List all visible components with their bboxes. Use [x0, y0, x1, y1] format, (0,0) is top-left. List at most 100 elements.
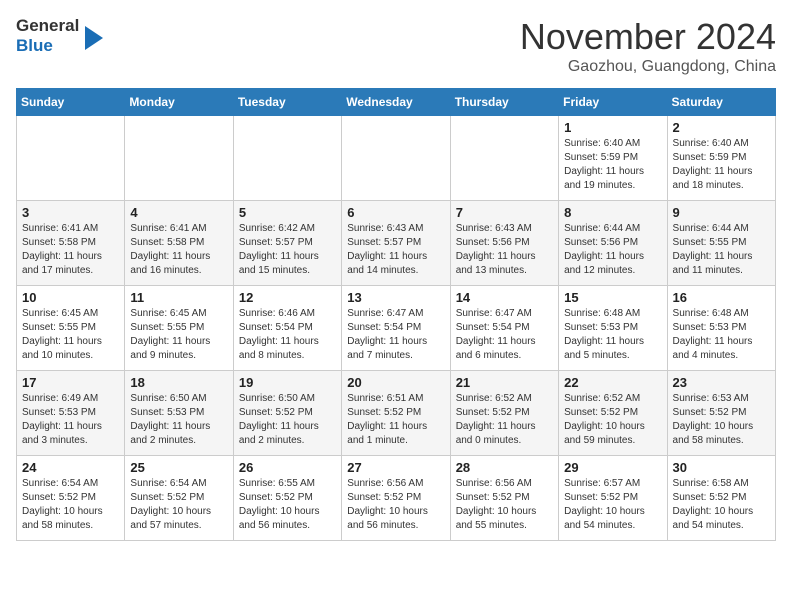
calendar-cell: 3Sunrise: 6:41 AM Sunset: 5:58 PM Daylig… — [17, 201, 125, 286]
calendar-cell: 23Sunrise: 6:53 AM Sunset: 5:52 PM Dayli… — [667, 371, 775, 456]
weekday-header-sunday: Sunday — [17, 89, 125, 116]
calendar-cell: 8 Sunrise: 6:44 AM Sunset: 5:56 PM Daylig… — [559, 201, 667, 286]
calendar-cell: 18 Sunrise: 6:50 AM Sunset: 5:53 PM Dayli… — [125, 371, 233, 456]
day-number: 19 — [239, 375, 336, 390]
calendar-cell: 24 Sunrise: 6:54 AM Sunset: 5:52 PM Dayli… — [17, 456, 125, 541]
calendar-cell: 17Sunrise: 6:49 AM Sunset: 5:53 PM Dayli… — [17, 371, 125, 456]
day-info: Sunrise: 6:49 AM Sunset: 5:53 PM Dayligh… — [22, 392, 119, 448]
calendar-cell: 16Sunrise: 6:48 AM Sunset: 5:53 PM Dayli… — [667, 286, 775, 371]
weekday-header-friday: Friday — [559, 89, 667, 116]
calendar-cell: 29 Sunrise: 6:57 AM Sunset: 5:52 PM Dayli… — [559, 456, 667, 541]
day-info: Sunrise: 6:40 AM Sunset: 5:59 PM Dayligh… — [564, 137, 661, 193]
day-info: Sunrise: 6:50 AM Sunset: 5:53 PM Dayligh… — [130, 392, 227, 448]
day-number: 15 — [564, 290, 661, 305]
title-area: November 2024 Gaozhou, Guangdong, China — [520, 16, 776, 76]
day-number: 28 — [456, 460, 553, 475]
calendar-week-5: 24 Sunrise: 6:54 AM Sunset: 5:52 PM Dayli… — [17, 456, 776, 541]
calendar-cell — [125, 116, 233, 201]
day-info: Sunrise: 6:55 AM Sunset: 5:52 PM Dayligh… — [239, 477, 336, 533]
day-info: Sunrise: 6:45 AM Sunset: 5:55 PM Dayligh… — [22, 307, 119, 363]
calendar-cell: 26 Sunrise: 6:55 AM Sunset: 5:52 PM Dayli… — [233, 456, 341, 541]
day-info: Sunrise: 6:56 AM Sunset: 5:52 PM Dayligh… — [347, 477, 444, 533]
day-number: 21 — [456, 375, 553, 390]
day-number: 30 — [673, 460, 770, 475]
day-info: Sunrise: 6:44 AM Sunset: 5:56 PM Dayligh… — [564, 222, 661, 278]
day-number: 5 — [239, 205, 336, 220]
day-info: Sunrise: 6:56 AM Sunset: 5:52 PM Dayligh… — [456, 477, 553, 533]
calendar-cell: 10 Sunrise: 6:45 AM Sunset: 5:55 PM Dayli… — [17, 286, 125, 371]
day-number: 11 — [130, 290, 227, 305]
day-number: 14 — [456, 290, 553, 305]
calendar-week-2: 3Sunrise: 6:41 AM Sunset: 5:58 PM Daylig… — [17, 201, 776, 286]
day-info: Sunrise: 6:57 AM Sunset: 5:52 PM Dayligh… — [564, 477, 661, 533]
weekday-header-tuesday: Tuesday — [233, 89, 341, 116]
calendar-cell: 7 Sunrise: 6:43 AM Sunset: 5:56 PM Daylig… — [450, 201, 558, 286]
calendar-header-row: SundayMondayTuesdayWednesdayThursdayFrid… — [17, 89, 776, 116]
calendar-cell — [450, 116, 558, 201]
calendar-cell: 9Sunrise: 6:44 AM Sunset: 5:55 PM Daylig… — [667, 201, 775, 286]
day-number: 22 — [564, 375, 661, 390]
calendar-week-4: 17Sunrise: 6:49 AM Sunset: 5:53 PM Dayli… — [17, 371, 776, 456]
day-number: 9 — [673, 205, 770, 220]
day-info: Sunrise: 6:53 AM Sunset: 5:52 PM Dayligh… — [673, 392, 770, 448]
calendar-cell: 1 Sunrise: 6:40 AM Sunset: 5:59 PM Daylig… — [559, 116, 667, 201]
weekday-header-saturday: Saturday — [667, 89, 775, 116]
calendar-cell: 25 Sunrise: 6:54 AM Sunset: 5:52 PM Dayli… — [125, 456, 233, 541]
calendar-week-3: 10 Sunrise: 6:45 AM Sunset: 5:55 PM Dayli… — [17, 286, 776, 371]
calendar-cell: 30Sunrise: 6:58 AM Sunset: 5:52 PM Dayli… — [667, 456, 775, 541]
calendar-cell: 28 Sunrise: 6:56 AM Sunset: 5:52 PM Dayli… — [450, 456, 558, 541]
day-number: 1 — [564, 120, 661, 135]
calendar-body: 1 Sunrise: 6:40 AM Sunset: 5:59 PM Daylig… — [17, 116, 776, 541]
day-number: 26 — [239, 460, 336, 475]
day-info: Sunrise: 6:45 AM Sunset: 5:55 PM Dayligh… — [130, 307, 227, 363]
day-number: 29 — [564, 460, 661, 475]
day-number: 13 — [347, 290, 444, 305]
location-subtitle: Gaozhou, Guangdong, China — [520, 58, 776, 76]
calendar-cell — [17, 116, 125, 201]
calendar-week-1: 1 Sunrise: 6:40 AM Sunset: 5:59 PM Daylig… — [17, 116, 776, 201]
day-number: 20 — [347, 375, 444, 390]
calendar-table: SundayMondayTuesdayWednesdayThursdayFrid… — [16, 88, 776, 541]
day-info: Sunrise: 6:41 AM Sunset: 5:58 PM Dayligh… — [130, 222, 227, 278]
day-info: Sunrise: 6:54 AM Sunset: 5:52 PM Dayligh… — [22, 477, 119, 533]
weekday-header-monday: Monday — [125, 89, 233, 116]
calendar-cell: 19 Sunrise: 6:50 AM Sunset: 5:52 PM Dayli… — [233, 371, 341, 456]
day-info: Sunrise: 6:40 AM Sunset: 5:59 PM Dayligh… — [673, 137, 770, 193]
logo: General Blue — [16, 16, 103, 57]
day-number: 16 — [673, 290, 770, 305]
calendar-cell — [233, 116, 341, 201]
day-info: Sunrise: 6:50 AM Sunset: 5:52 PM Dayligh… — [239, 392, 336, 448]
day-number: 24 — [22, 460, 119, 475]
day-info: Sunrise: 6:47 AM Sunset: 5:54 PM Dayligh… — [456, 307, 553, 363]
calendar-cell: 22 Sunrise: 6:52 AM Sunset: 5:52 PM Dayli… — [559, 371, 667, 456]
logo-blue: Blue — [16, 36, 79, 56]
day-info: Sunrise: 6:42 AM Sunset: 5:57 PM Dayligh… — [239, 222, 336, 278]
calendar-cell: 5 Sunrise: 6:42 AM Sunset: 5:57 PM Daylig… — [233, 201, 341, 286]
day-info: Sunrise: 6:51 AM Sunset: 5:52 PM Dayligh… — [347, 392, 444, 448]
day-number: 2 — [673, 120, 770, 135]
logo-general: General — [16, 16, 79, 36]
day-info: Sunrise: 6:46 AM Sunset: 5:54 PM Dayligh… — [239, 307, 336, 363]
weekday-header-wednesday: Wednesday — [342, 89, 450, 116]
day-info: Sunrise: 6:52 AM Sunset: 5:52 PM Dayligh… — [564, 392, 661, 448]
calendar-cell: 4 Sunrise: 6:41 AM Sunset: 5:58 PM Daylig… — [125, 201, 233, 286]
day-number: 12 — [239, 290, 336, 305]
day-number: 10 — [22, 290, 119, 305]
day-number: 6 — [347, 205, 444, 220]
day-number: 4 — [130, 205, 227, 220]
day-info: Sunrise: 6:54 AM Sunset: 5:52 PM Dayligh… — [130, 477, 227, 533]
day-info: Sunrise: 6:52 AM Sunset: 5:52 PM Dayligh… — [456, 392, 553, 448]
day-number: 8 — [564, 205, 661, 220]
day-info: Sunrise: 6:43 AM Sunset: 5:56 PM Dayligh… — [456, 222, 553, 278]
day-number: 18 — [130, 375, 227, 390]
calendar-cell: 2 Sunrise: 6:40 AM Sunset: 5:59 PM Daylig… — [667, 116, 775, 201]
day-number: 7 — [456, 205, 553, 220]
day-info: Sunrise: 6:48 AM Sunset: 5:53 PM Dayligh… — [564, 307, 661, 363]
calendar-cell: 15 Sunrise: 6:48 AM Sunset: 5:53 PM Dayli… — [559, 286, 667, 371]
day-info: Sunrise: 6:43 AM Sunset: 5:57 PM Dayligh… — [347, 222, 444, 278]
day-number: 25 — [130, 460, 227, 475]
day-info: Sunrise: 6:41 AM Sunset: 5:58 PM Dayligh… — [22, 222, 119, 278]
calendar-cell: 14 Sunrise: 6:47 AM Sunset: 5:54 PM Dayli… — [450, 286, 558, 371]
calendar-cell: 13Sunrise: 6:47 AM Sunset: 5:54 PM Dayli… — [342, 286, 450, 371]
page-header: General Blue November 2024 Gaozhou, Guan… — [16, 16, 776, 76]
